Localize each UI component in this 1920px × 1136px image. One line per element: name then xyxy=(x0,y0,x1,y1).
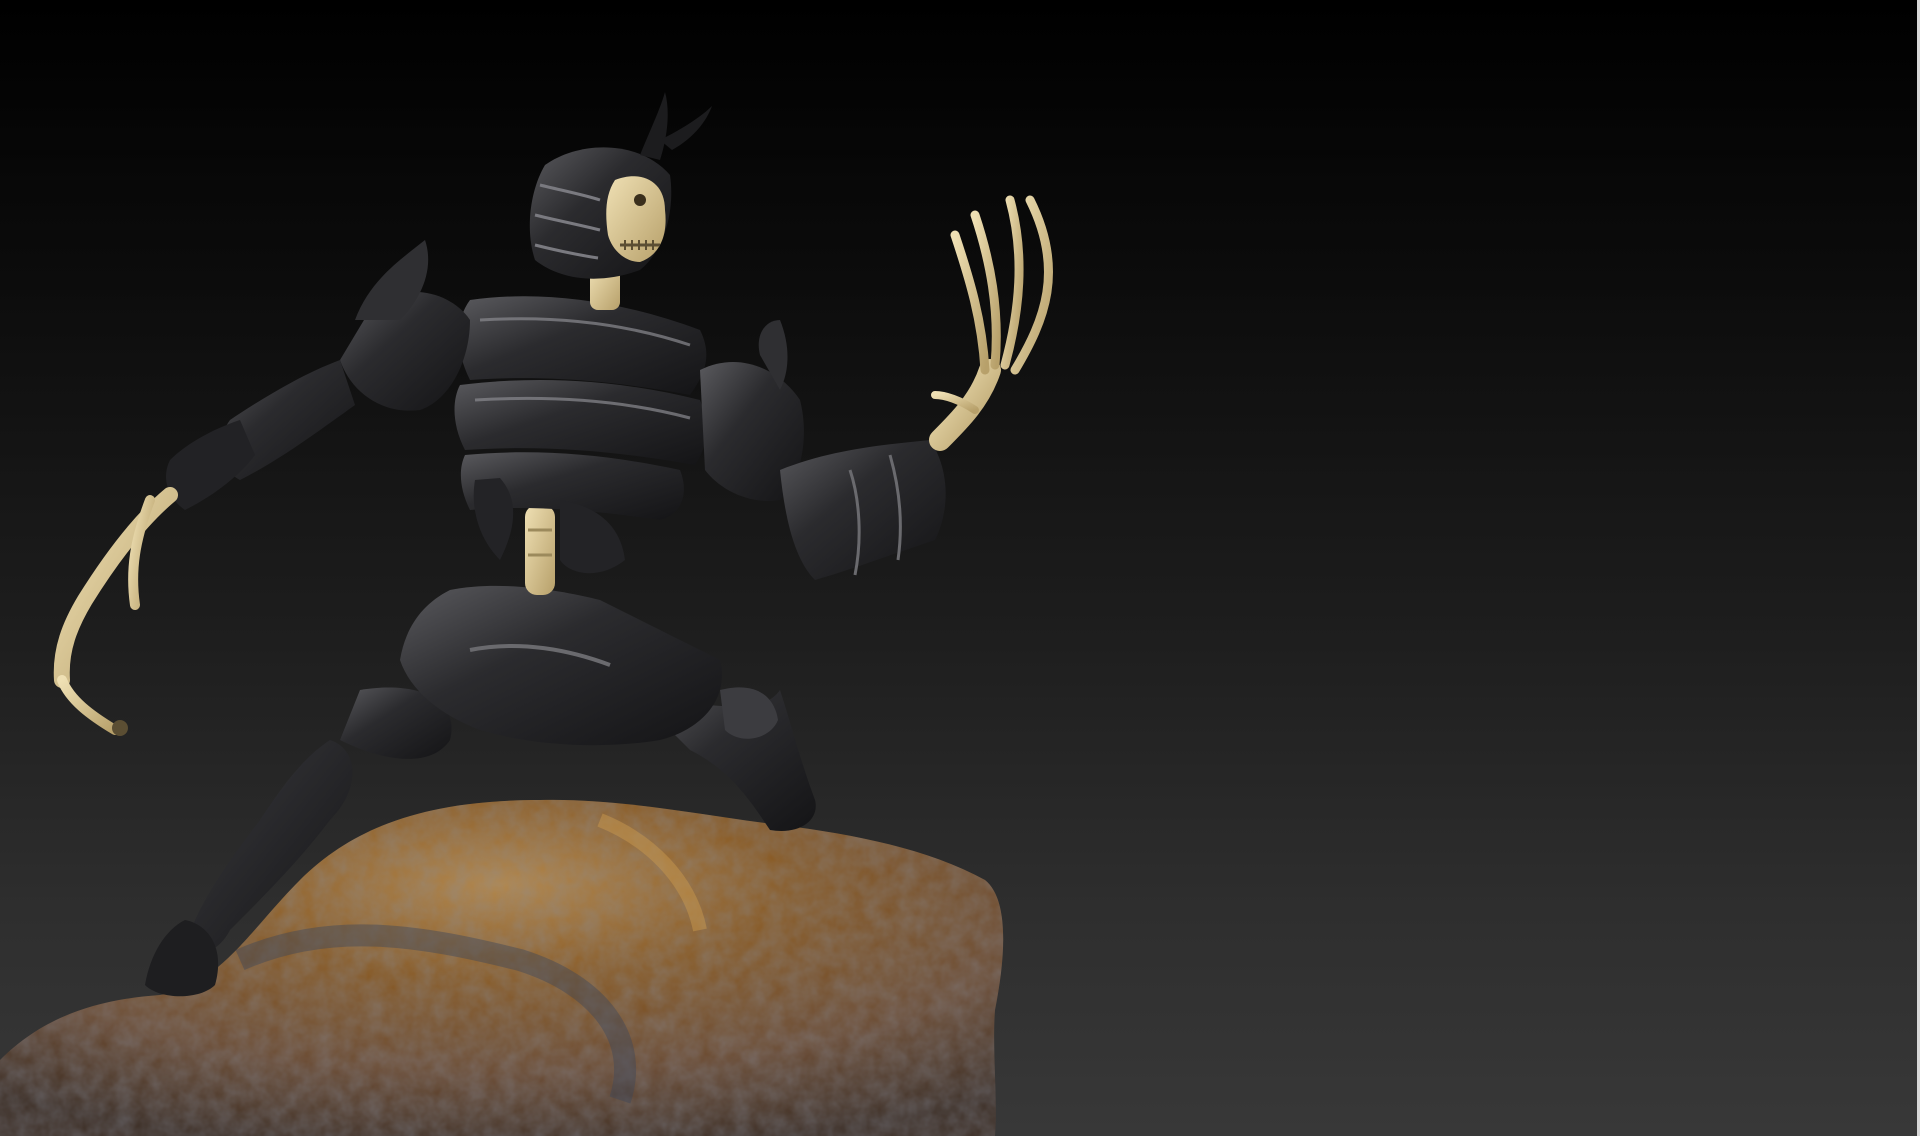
right-arm-armor xyxy=(700,320,946,580)
spine-bones xyxy=(525,505,555,595)
torso-armor xyxy=(454,296,707,574)
right-bone-hand xyxy=(929,195,1054,451)
helmet-with-skull xyxy=(529,92,712,279)
3d-viewport[interactable] xyxy=(0,0,1920,1136)
left-bone-hand xyxy=(53,487,178,736)
left-arm-armor xyxy=(165,240,470,510)
sculpt-scene xyxy=(0,92,1054,1136)
